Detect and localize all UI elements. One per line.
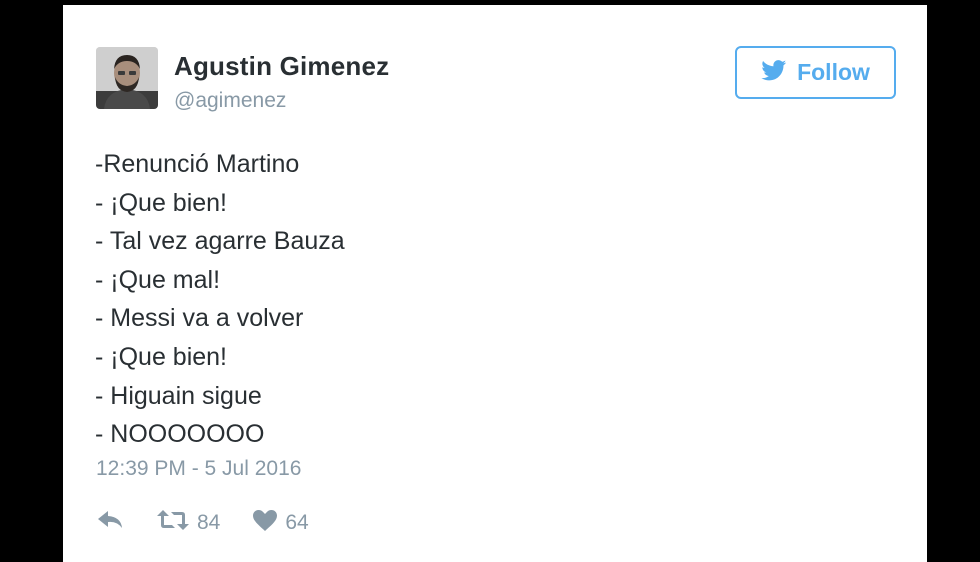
- user-handle[interactable]: @agimenez: [174, 89, 286, 113]
- tweet-line: - ¡Que bien!: [95, 342, 228, 371]
- tweet-line: - ¡Que bien!: [95, 188, 228, 217]
- avatar-photo: [96, 47, 158, 109]
- tweet-line: - Messi va a volver: [95, 304, 304, 333]
- like-count: 64: [285, 511, 309, 534]
- tweet-line: - NOOOOOOO: [95, 420, 265, 449]
- twitter-bird-icon: [761, 59, 787, 86]
- tweet-text: -Renunció Martino - ¡Que bien! - Tal vez…: [95, 145, 345, 454]
- display-name[interactable]: Agustin Gimenez: [174, 51, 389, 82]
- follow-label: Follow: [797, 59, 870, 85]
- retweet-button[interactable]: 84: [157, 510, 220, 536]
- reply-button[interactable]: [98, 511, 124, 535]
- avatar[interactable]: [96, 47, 158, 109]
- like-button[interactable]: 64: [253, 509, 309, 537]
- reply-icon: [98, 511, 124, 535]
- heart-icon: [253, 509, 278, 537]
- tweet-actions: 84 64: [98, 508, 309, 538]
- tweet-line: - Higuain sigue: [95, 381, 262, 410]
- retweet-icon: [157, 510, 189, 536]
- follow-button[interactable]: Follow: [735, 46, 896, 99]
- retweet-count: 84: [197, 511, 221, 534]
- tweet-line: -Renunció Martino: [95, 150, 300, 178]
- tweet-card: Agustin Gimenez @agimenez Follow -Renunc…: [63, 5, 927, 562]
- tweet-line: - ¡Que mal!: [95, 265, 221, 294]
- tweet-line: - Tal vez agarre Bauza: [95, 227, 345, 256]
- tweet-timestamp[interactable]: 12:39 PM - 5 Jul 2016: [96, 457, 301, 481]
